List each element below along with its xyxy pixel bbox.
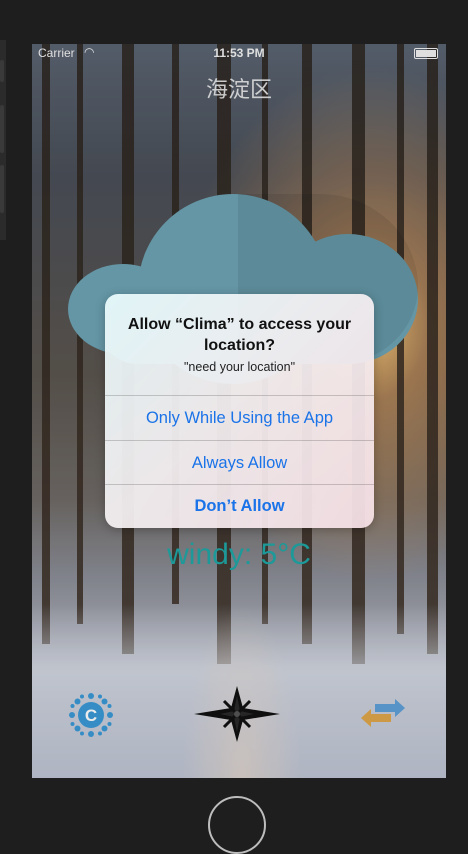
only-while-using-button[interactable]: Only While Using the App (105, 396, 374, 440)
always-allow-button[interactable]: Always Allow (105, 441, 374, 485)
home-button[interactable] (208, 796, 266, 854)
device-side-button (0, 105, 4, 153)
location-permission-dialog: Allow “Clima” to access your location? "… (105, 294, 374, 528)
device-side-button (0, 60, 4, 82)
alert-title: Allow “Clima” to access your location? (127, 316, 352, 354)
device-side-button (0, 165, 4, 213)
dont-allow-button[interactable]: Don’t Allow (105, 484, 374, 528)
alert-message: "need your location" (183, 360, 296, 374)
